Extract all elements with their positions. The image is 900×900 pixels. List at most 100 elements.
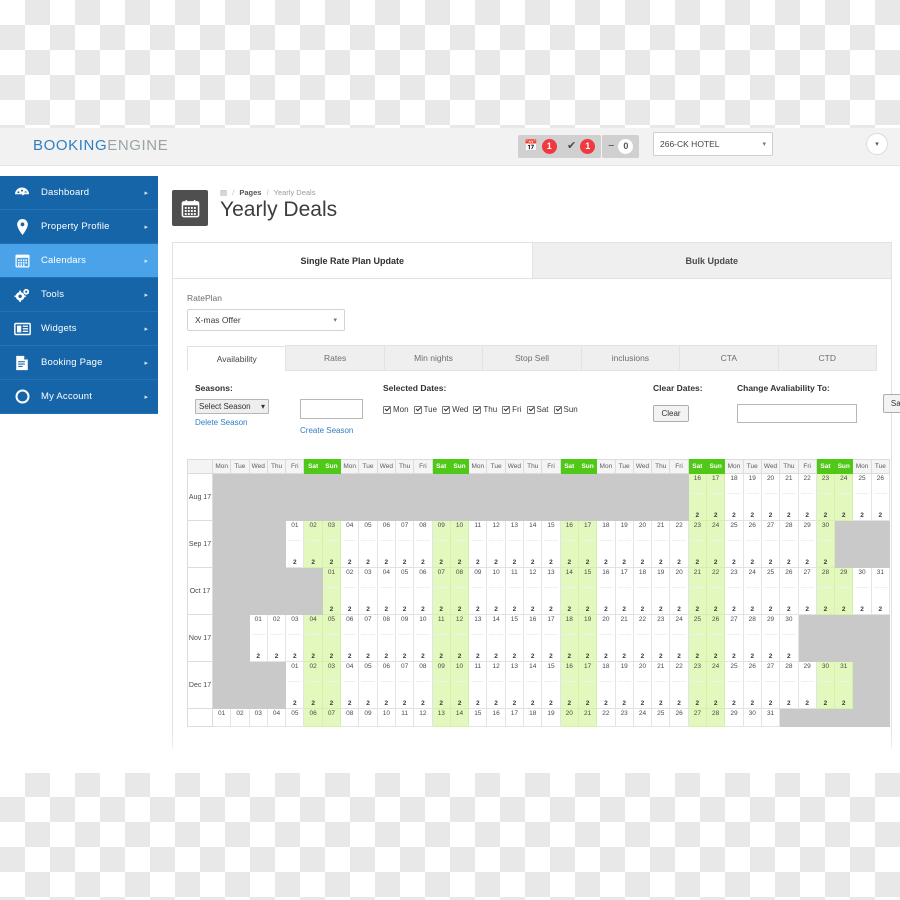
calendar-day-cell[interactable]: 032 (285, 614, 305, 662)
calendar-day-cell[interactable]: 19 2 (614, 661, 634, 709)
calendar-day-cell[interactable]: 142 (523, 661, 543, 709)
calendar-day-cell[interactable]: 082 (413, 661, 433, 709)
calendar-day-cell[interactable]: 032 (321, 661, 342, 709)
calendar-day-cell[interactable]: 17 2 (614, 567, 634, 615)
calendar-day-cell[interactable]: 032 (358, 567, 378, 615)
calendar-day-cell[interactable]: 132 (541, 567, 561, 615)
calendar-day-cell[interactable]: 182 (596, 520, 616, 568)
calendar-day-cell[interactable]: 222 (669, 661, 689, 709)
dow-checkbox-wed[interactable]: Wed (442, 405, 468, 414)
calendar-day-cell[interactable]: 222 (797, 473, 817, 521)
calendar-day-cell[interactable]: 06 2 (376, 661, 396, 709)
calendar-day-cell[interactable]: 24 2 (742, 567, 762, 615)
calendar-day-cell[interactable]: 162 (596, 567, 616, 615)
season-select[interactable]: Select Season ▾ (195, 399, 269, 414)
calendar-day-cell[interactable]: 102 (486, 567, 506, 615)
calendar-day-cell[interactable]: 252 (724, 661, 744, 709)
dow-checkbox-thu[interactable]: Thu (473, 405, 497, 414)
calendar-day-cell[interactable]: 23 2 (724, 567, 744, 615)
calendar-day-cell[interactable]: 252 (760, 567, 781, 615)
calendar-day-cell[interactable]: 072 (321, 708, 342, 727)
calendar-day-cell[interactable]: 072 (431, 567, 451, 615)
subtab-inclusions[interactable]: inclusions (580, 345, 680, 370)
calendar-day-cell[interactable]: 21 2 (651, 661, 671, 709)
confirmed-counter-pill[interactable]: ✔ 1 (561, 135, 602, 158)
calendar-day-cell[interactable]: 102 (376, 708, 396, 727)
calendar-day-cell[interactable]: 022 (230, 708, 250, 727)
calendar-day-cell[interactable]: 01 2 (285, 661, 305, 709)
tab-single-rate-plan-update[interactable]: Single Rate Plan Update (173, 243, 533, 278)
sidebar-item-my-account[interactable]: My Account ▸ (0, 380, 158, 414)
calendar-day-cell[interactable]: 252 (651, 708, 671, 727)
calendar-day-cell[interactable]: 21 2 (779, 473, 799, 521)
calendar-day-cell[interactable]: 17 2 (577, 661, 598, 709)
calendar-day-cell[interactable]: 162 (687, 473, 708, 521)
rateplan-select[interactable]: X-mas Offer ▾ (187, 309, 345, 331)
dow-checkbox-fri[interactable]: Fri (502, 405, 522, 414)
calendar-day-cell[interactable]: 292 (724, 708, 744, 727)
dow-checkbox-mon[interactable]: Mon (383, 405, 409, 414)
calendar-day-cell[interactable]: 022 (266, 614, 287, 662)
calendar-day-cell[interactable]: 26 2 (779, 567, 799, 615)
save-button[interactable]: Save (883, 394, 900, 413)
calendar-day-cell[interactable]: 032 (248, 708, 268, 727)
calendar-day-cell[interactable]: 17 2 (541, 614, 561, 662)
calendar-day-cell[interactable]: 21 2 (687, 567, 708, 615)
calendar-day-cell[interactable]: 12 2 (523, 567, 543, 615)
sidebar-item-dashboard[interactable]: Dashboard ▸ (0, 176, 158, 210)
calendar-day-cell[interactable]: 132 (504, 520, 525, 568)
calendar-day-cell[interactable]: 26 2 (706, 614, 726, 662)
calendar-day-cell[interactable]: 132 (468, 614, 488, 662)
calendar-day-cell[interactable]: 272 (760, 661, 781, 709)
calendar-day-cell[interactable]: 252 (724, 520, 744, 568)
calendar-day-cell[interactable]: 04 2 (340, 520, 360, 568)
tab-bulk-update[interactable]: Bulk Update (532, 243, 891, 278)
calendar-day-cell[interactable]: 022 (340, 567, 360, 615)
calendar-day-cell[interactable]: 222 (596, 708, 616, 727)
calendar-day-cell[interactable]: 11 2 (431, 614, 451, 662)
calendar-day-cell[interactable]: 23 2 (687, 661, 708, 709)
season-name-input[interactable] (300, 399, 363, 419)
clear-button[interactable]: Clear (653, 405, 689, 422)
calendar-day-cell[interactable]: 082 (340, 708, 360, 727)
calendar-day-cell[interactable]: 092 (358, 708, 378, 727)
availability-calendar[interactable]: Mon Tue Wed Thu Fri Sat Sun Mon Tue Wed Thu Fri Sat S… (187, 459, 890, 727)
calendar-day-cell[interactable]: 272 (687, 708, 708, 727)
calendar-day-cell[interactable]: 102 (449, 661, 470, 709)
calendar-day-cell[interactable]: 11 2 (468, 520, 488, 568)
calendar-day-cell[interactable]: 282 (706, 708, 726, 727)
calendar-day-cell[interactable]: 312 (834, 661, 854, 709)
calendar-day-cell[interactable]: 01 2 (248, 614, 268, 662)
calendar-day-cell[interactable]: 24 2 (706, 661, 726, 709)
calendar-day-cell[interactable]: 05 2 (321, 614, 342, 662)
breadcrumb-pages[interactable]: Pages (239, 188, 261, 197)
calendar-day-cell[interactable]: 17 2 (577, 520, 598, 568)
delete-season-link[interactable]: Delete Season (195, 418, 269, 427)
checked-checkbox-icon[interactable] (383, 405, 391, 414)
calendar-day-cell[interactable]: 092 (394, 614, 415, 662)
brand-logo[interactable]: BOOKINGENGINE (33, 137, 168, 154)
calendar-day-cell[interactable]: 182 (523, 708, 543, 727)
calendar-day-cell[interactable]: 21 2 (651, 520, 671, 568)
calendar-day-cell[interactable]: 312 (760, 708, 781, 727)
dow-checkbox-sun[interactable]: Sun (553, 405, 578, 414)
calendar-day-cell[interactable]: 082 (376, 614, 396, 662)
calendar-day-cell[interactable]: 142 (486, 614, 506, 662)
cancelled-counter-pill[interactable]: − 0 (602, 135, 640, 158)
dow-checkbox-sat[interactable]: Sat (526, 405, 549, 414)
calendar-day-cell[interactable]: 272 (724, 614, 744, 662)
calendar-day-cell[interactable]: 162 (486, 708, 506, 727)
calendar-day-cell[interactable]: 17 2 (706, 473, 726, 521)
calendar-day-cell[interactable]: 142 (449, 708, 470, 727)
calendar-day-cell[interactable]: 23 2 (651, 614, 671, 662)
calendar-day-cell[interactable]: 312 (870, 567, 890, 615)
dow-checkbox-tue[interactable]: Tue (413, 405, 437, 414)
calendar-day-cell[interactable]: 15 2 (541, 661, 561, 709)
calendar-day-cell[interactable]: 05 2 (394, 567, 415, 615)
calendar-day-cell[interactable]: 222 (669, 520, 689, 568)
calendar-day-cell[interactable]: 15 2 (541, 520, 561, 568)
calendar-day-cell[interactable]: 082 (413, 520, 433, 568)
bookings-counter-pill[interactable]: 📅 1 (518, 135, 563, 158)
calendar-day-cell[interactable]: 132 (431, 708, 451, 727)
calendar-day-cell[interactable]: 15 2 (504, 614, 525, 662)
